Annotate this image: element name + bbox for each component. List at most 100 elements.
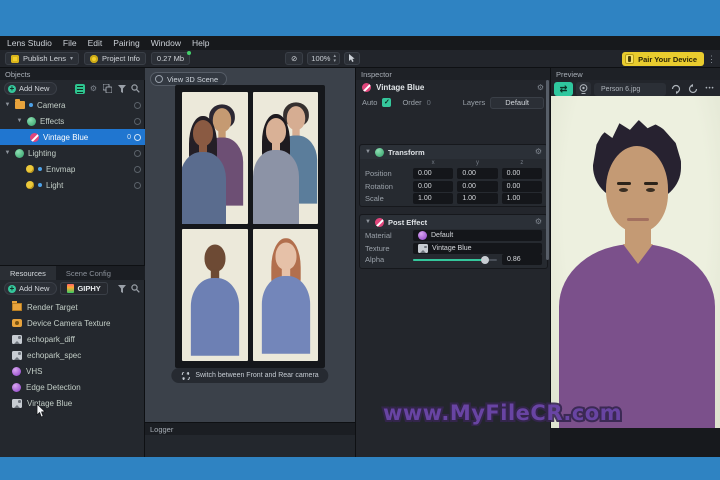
reset-preview-button[interactable] xyxy=(686,82,700,96)
menu-window[interactable]: Window xyxy=(151,38,181,48)
scene-photo-pair-2 xyxy=(252,92,318,224)
resources-panel: Resources Scene Config + Add New GIPHY R… xyxy=(0,265,145,457)
rotation-y-field[interactable]: 0.00 xyxy=(457,181,498,192)
resource-vintage-blue[interactable]: Vintage Blue xyxy=(0,395,145,411)
tab-resources[interactable]: Resources xyxy=(0,266,56,280)
rotation-x-field[interactable]: 0.00 xyxy=(413,181,454,192)
tree-item-vintage-blue[interactable]: Vintage Blue 0 xyxy=(0,129,145,145)
chevron-down-icon[interactable]: ▾ xyxy=(70,56,73,62)
camera-swap-button[interactable]: ⇄ xyxy=(554,82,573,96)
layers-view-icon[interactable] xyxy=(102,83,113,94)
filter-icon[interactable] xyxy=(116,83,127,94)
view-3d-scene-button[interactable]: View 3D Scene xyxy=(150,72,228,86)
preview-source-dropdown[interactable]: Person 6.jpg xyxy=(594,82,666,96)
collapse-arrow-icon[interactable]: ▼ xyxy=(365,219,371,225)
reload-media-button[interactable] xyxy=(669,82,683,96)
giphy-button[interactable]: GIPHY xyxy=(60,282,108,295)
switch-camera-button[interactable]: Switch between Front and Rear camera xyxy=(171,368,329,383)
tree-item-lighting[interactable]: ▼ Lighting xyxy=(0,145,145,161)
objects-toolbar: + Add New ⚙ xyxy=(0,80,145,97)
position-z-field[interactable]: 0.00 xyxy=(501,168,542,179)
gear-icon[interactable]: ⚙ xyxy=(535,148,542,156)
visibility-toggle-icon[interactable] xyxy=(134,165,141,173)
main-toolbar: Publish Lens ▾ Project Info 0.27 Mb ⊘ 10… xyxy=(0,50,720,68)
search-icon[interactable] xyxy=(130,83,141,94)
texture-field[interactable]: Vintage Blue xyxy=(413,243,542,254)
collapse-arrow-icon[interactable]: ▼ xyxy=(365,149,371,155)
resource-render-target[interactable]: Render Target xyxy=(0,299,145,315)
layers-dropdown[interactable]: Default xyxy=(490,96,544,109)
resources-add-new-button[interactable]: + Add New xyxy=(4,282,58,295)
material-field[interactable]: Default xyxy=(413,230,542,241)
scene-photo-man xyxy=(182,229,248,361)
project-info-button[interactable]: Project Info xyxy=(83,52,146,65)
menu-edit[interactable]: Edit xyxy=(88,38,103,48)
expand-arrow-icon[interactable]: ▼ xyxy=(16,118,23,124)
tree-item-light[interactable]: Light xyxy=(0,177,145,193)
menu-help[interactable]: Help xyxy=(192,38,209,48)
scale-x-field[interactable]: 1.00 xyxy=(413,192,454,204)
scale-y-field[interactable]: 1.00 xyxy=(457,192,498,204)
resource-device-camera-texture[interactable]: Device Camera Texture xyxy=(0,315,145,331)
expand-arrow-icon[interactable]: ▼ xyxy=(4,150,11,156)
tree-item-camera[interactable]: ▼ Camera xyxy=(0,97,145,113)
transform-section-header[interactable]: ▼ Transform ⚙ xyxy=(360,145,547,159)
expand-arrow-icon[interactable]: ▼ xyxy=(4,102,11,108)
mouse-cursor xyxy=(36,404,46,418)
slider-track[interactable] xyxy=(413,255,497,264)
filter-icon[interactable] xyxy=(116,283,127,294)
alpha-value-field[interactable]: 0.86 xyxy=(502,254,542,265)
resource-echopark-diff[interactable]: echopark_diff xyxy=(0,331,145,347)
more-options-icon[interactable]: ⋮ xyxy=(707,54,716,65)
gear-icon[interactable]: ⚙ xyxy=(537,83,544,92)
logger-title: Logger xyxy=(145,423,355,435)
axis-x-label: x xyxy=(431,160,435,166)
gear-icon[interactable]: ⚙ xyxy=(535,218,542,226)
order-value[interactable]: 0 xyxy=(427,98,431,107)
tree-item-envmap[interactable]: Envmap xyxy=(0,161,145,177)
camera-toggle-button[interactable]: ⊘ xyxy=(285,52,304,65)
search-icon[interactable] xyxy=(130,283,141,294)
auto-checkbox[interactable]: ✓ xyxy=(382,98,392,107)
webcam-button[interactable] xyxy=(576,82,591,96)
resource-edge-detection[interactable]: Edge Detection xyxy=(0,379,145,395)
position-y-field[interactable]: 0.00 xyxy=(457,168,498,179)
slider-thumb[interactable] xyxy=(481,255,490,264)
objects-add-new-button[interactable]: + Add New xyxy=(4,82,58,95)
logger-panel: Logger xyxy=(145,422,355,457)
menu-lens-studio[interactable]: Lens Studio xyxy=(7,38,52,48)
image-icon xyxy=(418,244,428,253)
enabled-dot-icon xyxy=(38,167,42,171)
publish-lens-button[interactable]: Publish Lens ▾ xyxy=(5,52,79,65)
objects-settings-icon[interactable]: ⚙ xyxy=(88,83,99,94)
tab-scene-config[interactable]: Scene Config xyxy=(56,266,121,280)
rotation-z-field[interactable]: 0.00 xyxy=(501,181,542,192)
resource-echopark-spec[interactable]: echopark_spec xyxy=(0,347,145,363)
post-effect-section-header[interactable]: ▼ Post Effect ⚙ xyxy=(360,215,547,229)
visibility-toggle-icon[interactable] xyxy=(134,101,141,109)
lighting-icon xyxy=(15,148,24,158)
menu-file[interactable]: File xyxy=(63,38,77,48)
visibility-toggle-icon[interactable] xyxy=(134,117,141,125)
scene-object-tree: ▼ Camera ▼ Effects Vintage Blue 0 ▼ Ligh… xyxy=(0,97,145,193)
visibility-toggle-icon[interactable] xyxy=(134,181,141,189)
preview-viewport[interactable] xyxy=(551,96,720,428)
visibility-toggle-icon[interactable] xyxy=(134,149,141,157)
zoom-level-control[interactable]: 100% ▴ ▾ xyxy=(307,52,340,65)
scale-z-field[interactable]: 1.00 xyxy=(501,192,542,204)
visibility-toggle-icon[interactable] xyxy=(134,133,141,141)
resource-vhs[interactable]: VHS xyxy=(0,363,145,379)
zoom-level-value: 100% xyxy=(311,54,331,63)
resource-label: VHS xyxy=(26,366,43,376)
position-x-field[interactable]: 0.00 xyxy=(413,168,454,179)
menu-pairing[interactable]: Pairing xyxy=(113,38,139,48)
inspector-scrollbar[interactable] xyxy=(546,80,549,260)
alpha-slider[interactable]: 0.86 xyxy=(413,254,542,265)
list-view-icon[interactable] xyxy=(74,83,85,94)
zoom-stepper[interactable]: ▴ ▾ xyxy=(333,53,336,64)
stepper-down-icon[interactable]: ▾ xyxy=(333,58,336,64)
pair-your-device-button[interactable]: Pair Your Device xyxy=(622,52,704,66)
select-tool-button[interactable] xyxy=(344,52,360,65)
more-options-icon[interactable]: ••• xyxy=(703,82,717,96)
tree-item-effects[interactable]: ▼ Effects xyxy=(0,113,145,129)
